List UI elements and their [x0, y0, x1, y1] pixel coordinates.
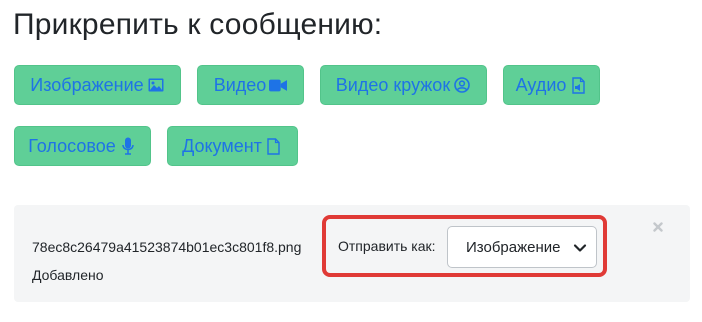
attach-image-button[interactable]: Изображение	[14, 65, 181, 105]
attach-audio-button[interactable]: Аудио	[503, 65, 600, 105]
attach-image-label: Изображение	[30, 74, 144, 95]
attach-video-circle-button[interactable]: Видео кружок	[320, 65, 487, 105]
microphone-icon	[119, 137, 137, 155]
page-title: Прикрепить к сообщению:	[13, 8, 383, 41]
send-as-label: Отправить как:	[338, 238, 436, 254]
send-as-value: Изображение	[466, 238, 561, 256]
document-icon	[265, 137, 283, 155]
video-camera-icon	[269, 76, 288, 94]
send-as-highlight: Отправить как: Изображение	[322, 215, 607, 277]
attach-video-label: Видео	[213, 74, 267, 95]
image-icon	[147, 76, 165, 94]
attach-document-button[interactable]: Документ	[167, 126, 298, 166]
attach-voice-label: Голосовое	[28, 135, 116, 156]
attachment-panel: 78ec8c26479a41523874b01ec3c801f8.png Доб…	[14, 205, 690, 302]
attach-audio-label: Аудио	[515, 74, 567, 95]
remove-attachment-button[interactable]	[650, 219, 666, 235]
user-circle-icon	[453, 76, 471, 94]
send-as-select[interactable]: Изображение	[447, 226, 597, 268]
attach-document-label: Документ	[182, 135, 262, 156]
attach-video-circle-label: Видео кружок	[335, 74, 451, 95]
attach-voice-button[interactable]: Голосовое	[14, 126, 151, 166]
file-name: 78ec8c26479a41523874b01ec3c801f8.png	[32, 239, 302, 255]
attach-video-button[interactable]: Видео	[197, 65, 304, 105]
close-icon	[653, 222, 663, 232]
file-status: Добавлено	[32, 267, 104, 283]
chevron-down-icon	[573, 244, 587, 252]
audio-file-icon	[569, 76, 587, 94]
